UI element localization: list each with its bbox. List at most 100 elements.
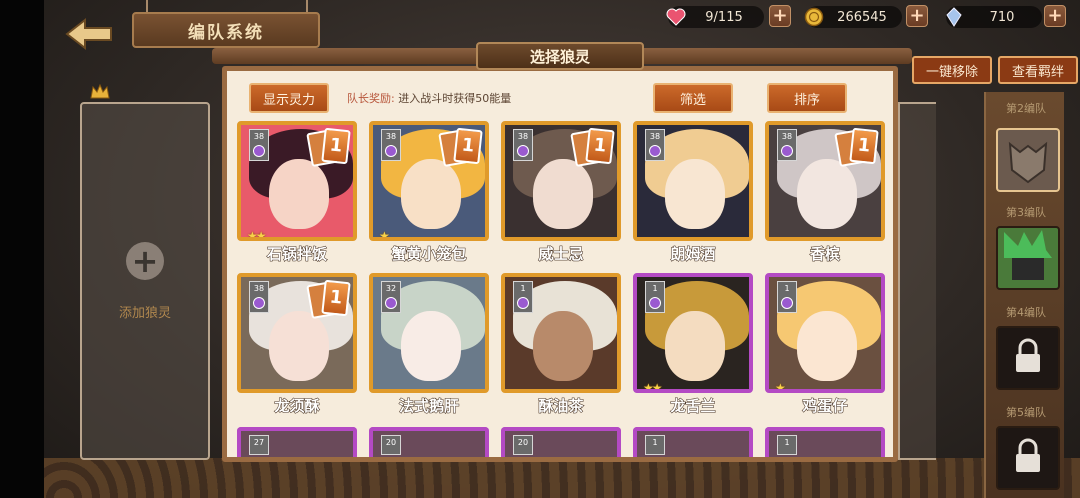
- character-card[interactable]: 1 酥油茶: [501, 273, 621, 419]
- level-badge: 38: [249, 281, 269, 313]
- lock-icon: [1016, 338, 1040, 372]
- level-value: 32: [385, 284, 397, 293]
- element-gem-icon: [385, 145, 397, 157]
- character-card[interactable]: 38 1 ★ 蟹黄小笼包: [369, 121, 489, 267]
- character-card[interactable]: 38 1 香槟: [765, 121, 885, 267]
- sort-button[interactable]: 排序: [767, 83, 847, 113]
- level-value: 1: [777, 435, 797, 455]
- character-grid: 38 1 ★★ 石锅拌饭 38 1 ★ 蟹黄小笼包 38 1 威士忌 38 朗姆酒 38 1 香槟 38 1 龙须酥…: [237, 121, 893, 457]
- element-gem-icon: [253, 297, 265, 309]
- remove-all-button[interactable]: 一键移除: [912, 56, 992, 84]
- level-badge: 1: [513, 281, 533, 313]
- level-value: 38: [649, 132, 661, 141]
- portrait-face: [533, 159, 593, 229]
- team-label: 第4编队: [1006, 306, 1046, 319]
- level-value: 27: [249, 435, 269, 455]
- copy-count: 1: [849, 127, 879, 165]
- show-power-button[interactable]: 显示灵力: [249, 83, 329, 113]
- character-portrait-frame: 1: [501, 273, 621, 393]
- gold-value: 266545: [837, 9, 887, 25]
- team-5-button[interactable]: [996, 426, 1060, 490]
- character-name: 法式鹅肝: [398, 397, 459, 416]
- screen-edge: [0, 0, 44, 498]
- character-name: 石锅拌饭: [266, 245, 327, 264]
- team-slot-leader[interactable]: + 添加狼灵: [80, 102, 210, 460]
- captain-bonus-value: 进入战斗时获得50能量: [398, 92, 512, 105]
- character-card[interactable]: 1: [765, 427, 885, 457]
- add-crystal-button[interactable]: +: [1044, 5, 1066, 27]
- portrait-face: [797, 159, 857, 229]
- character-portrait-frame: 1 ★: [765, 273, 885, 393]
- character-portrait-frame: 32: [369, 273, 489, 393]
- character-name: 蟹黄小笼包: [391, 245, 467, 264]
- team-4-button[interactable]: [996, 326, 1060, 390]
- character-card[interactable]: 20: [501, 427, 621, 457]
- character-card[interactable]: 1: [633, 427, 753, 457]
- character-name: 朗姆酒: [670, 245, 716, 264]
- element-gem-icon: [649, 145, 661, 157]
- star-rating-icon: ★: [775, 381, 786, 393]
- level-badge: 1: [645, 281, 665, 313]
- element-gem-icon: [517, 145, 529, 157]
- coin-icon: [802, 5, 826, 29]
- crystal-value: 710: [989, 9, 1015, 25]
- crown-icon: [90, 84, 110, 99]
- team-slot-2[interactable]: [898, 102, 936, 460]
- filter-button[interactable]: 筛选: [653, 83, 733, 113]
- copy-count: 1: [321, 127, 351, 165]
- level-badge: 38: [645, 129, 665, 161]
- portrait-face: [533, 311, 593, 381]
- decorative-wave-border: [44, 458, 1080, 498]
- level-value: 1: [784, 284, 790, 293]
- back-button[interactable]: [62, 14, 118, 54]
- portrait-face: [665, 311, 725, 381]
- character-card[interactable]: 27: [237, 427, 357, 457]
- add-gold-button[interactable]: +: [906, 5, 928, 27]
- level-value: 38: [517, 132, 529, 141]
- star-rating-icon: ★★: [247, 229, 266, 241]
- level-value: 38: [385, 132, 397, 141]
- add-stamina-button[interactable]: +: [769, 5, 791, 27]
- level-value: 20: [513, 435, 533, 455]
- portrait-face: [665, 159, 725, 229]
- lock-icon: [1016, 438, 1040, 472]
- character-card[interactable]: 1 ★ 鸡蛋仔: [765, 273, 885, 419]
- character-portrait-frame: 38 1: [765, 121, 885, 241]
- page-title: 编队系统: [132, 12, 320, 48]
- character-card[interactable]: 38 1 威士忌: [501, 121, 621, 267]
- heart-icon: [664, 5, 688, 29]
- star-rating-icon: ★: [379, 229, 390, 241]
- character-card[interactable]: 32 法式鹅肝: [369, 273, 489, 419]
- team-list: 第2编队 第3编队 第4编队 第5编队: [984, 92, 1064, 498]
- character-portrait-frame: 38 1: [237, 273, 357, 393]
- character-name: 酥油茶: [538, 397, 584, 416]
- character-portrait-frame: 38 1: [501, 121, 621, 241]
- add-slot-label: 添加狼灵: [118, 305, 171, 321]
- captain-bonus-text: 队长奖励: 进入战斗时获得50能量: [347, 90, 511, 106]
- element-gem-icon: [781, 297, 793, 309]
- character-card[interactable]: 38 1 ★★ 石锅拌饭: [237, 121, 357, 267]
- character-card[interactable]: 1 ★★ 龙舌兰: [633, 273, 753, 419]
- level-value: 1: [520, 284, 526, 293]
- view-bond-button[interactable]: 查看羁绊: [998, 56, 1078, 84]
- crystal-counter: 710: [946, 6, 1042, 28]
- portrait-face: [269, 311, 329, 381]
- portrait-face: [269, 159, 329, 229]
- level-badge: 38: [513, 129, 533, 161]
- gold-counter: 266545: [804, 6, 902, 28]
- level-value: 38: [253, 284, 265, 293]
- level-badge: 38: [381, 129, 401, 161]
- character-card[interactable]: 38 朗姆酒: [633, 121, 753, 267]
- add-icon: +: [126, 241, 164, 280]
- character-card[interactable]: 20: [369, 427, 489, 457]
- level-value: 20: [381, 435, 401, 455]
- copy-count: 1: [453, 127, 483, 165]
- level-badge: 1: [777, 281, 797, 313]
- team-3-button[interactable]: [996, 226, 1060, 290]
- team-label: 第5编队: [1006, 406, 1046, 419]
- captain-bonus-label: 队长奖励:: [347, 92, 395, 105]
- character-card[interactable]: 38 1 龙须酥: [237, 273, 357, 419]
- character-name: 威士忌: [538, 245, 584, 264]
- team-2-button[interactable]: [996, 128, 1060, 192]
- copy-count: 1: [321, 279, 351, 317]
